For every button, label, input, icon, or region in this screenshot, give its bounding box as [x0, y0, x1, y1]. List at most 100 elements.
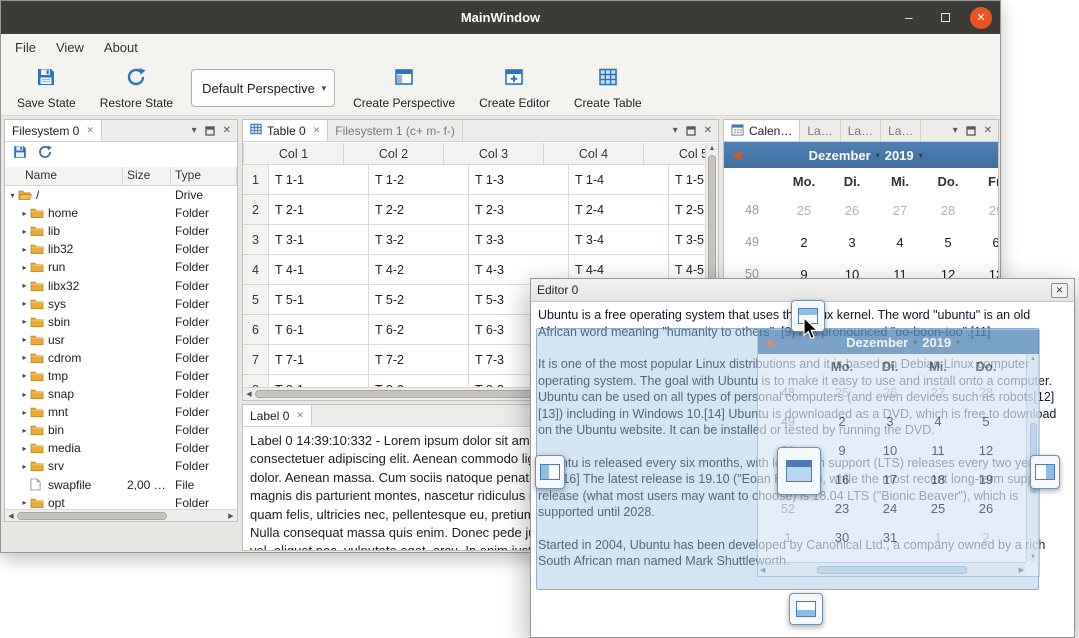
table-cell[interactable]: T 8-2 — [369, 375, 469, 387]
menu-view[interactable]: View — [46, 34, 94, 61]
table-cell[interactable]: T 1-5 — [669, 165, 705, 195]
close-dock-icon[interactable]: ✕ — [704, 125, 712, 136]
save-state-button[interactable]: Save State — [11, 64, 82, 112]
tab-label-2[interactable]: La… — [841, 120, 881, 141]
tab-close-icon[interactable]: ✕ — [86, 125, 94, 136]
tab-table-0[interactable]: Table 0 ✕ — [243, 120, 328, 141]
scroll-right-icon[interactable]: ▶ — [225, 512, 237, 520]
prev-month-icon[interactable]: ◀ — [732, 148, 741, 162]
tree-row[interactable]: ▸srvFolder — [5, 457, 237, 475]
tree-row[interactable]: ▸mntFolder — [5, 403, 237, 421]
close-dock-icon[interactable]: ✕ — [984, 125, 992, 136]
calendar-day-cell[interactable]: 3 — [828, 226, 876, 258]
dock-drop-left-indicator[interactable] — [535, 455, 565, 489]
undock-icon[interactable] — [686, 126, 696, 136]
expand-icon[interactable]: ▸ — [19, 209, 30, 218]
tab-label-0[interactable]: Label 0 ✕ — [243, 405, 312, 426]
table-cell[interactable]: T 2-2 — [369, 195, 469, 225]
calendar-day-cell[interactable]: 29 — [972, 194, 999, 226]
create-editor-button[interactable]: Create Editor — [473, 64, 556, 112]
tab-calendar-0[interactable]: Calen… — [724, 120, 800, 141]
tab-filesystem-1[interactable]: Filesystem 1 (c+ m- f-) — [328, 120, 463, 141]
table-cell[interactable]: T 3-5 — [669, 225, 705, 255]
close-dock-icon[interactable]: ✕ — [223, 125, 231, 136]
table-row-header[interactable]: 7 — [243, 345, 269, 375]
scroll-up-icon[interactable]: ▲ — [709, 143, 716, 155]
expand-icon[interactable]: ▸ — [19, 263, 30, 272]
tree-row[interactable]: ▸usrFolder — [5, 331, 237, 349]
calendar-month-button[interactable]: Dezember — [809, 148, 871, 163]
create-table-button[interactable]: Create Table — [568, 64, 648, 112]
expand-icon[interactable]: ▸ — [19, 299, 30, 308]
table-row-header[interactable]: 4 — [243, 255, 269, 285]
expand-icon[interactable]: ▸ — [19, 281, 30, 290]
tree-row[interactable]: ▸mediaFolder — [5, 439, 237, 457]
tree-row[interactable]: ▸sbinFolder — [5, 313, 237, 331]
tab-label-3[interactable]: La… — [881, 120, 921, 141]
table-cell[interactable]: T 6-2 — [369, 315, 469, 345]
tree-row[interactable]: ▸cdromFolder — [5, 349, 237, 367]
editor-close-button[interactable]: ✕ — [1051, 283, 1068, 298]
scrollbar-handle[interactable] — [17, 512, 167, 520]
table-column-header[interactable]: Col 2 — [344, 143, 444, 165]
dock-drop-right-indicator[interactable] — [1030, 455, 1060, 489]
tabs-menu-icon[interactable]: ▾ — [192, 125, 197, 136]
expand-icon[interactable]: ▸ — [19, 245, 30, 254]
minimize-button[interactable]: – — [898, 7, 920, 29]
filesystem-hscrollbar[interactable]: ◀ ▶ — [5, 509, 237, 521]
calendar-year-button[interactable]: 2019 — [885, 148, 914, 163]
expand-icon[interactable]: ▸ — [19, 462, 30, 471]
table-row-header[interactable]: 6 — [243, 315, 269, 345]
tree-row[interactable]: ▾/Drive — [5, 186, 237, 204]
table-cell[interactable]: T 3-4 — [569, 225, 669, 255]
maximize-button[interactable] — [934, 7, 956, 29]
tree-row[interactable]: ▸lib32Folder — [5, 240, 237, 258]
table-cell[interactable]: T 4-1 — [269, 255, 369, 285]
calendar-day-cell[interactable]: 5 — [924, 226, 972, 258]
calendar-day-cell[interactable]: 4 — [876, 226, 924, 258]
expand-icon[interactable]: ▸ — [19, 390, 30, 399]
tree-row[interactable]: ▸runFolder — [5, 258, 237, 276]
table-cell[interactable]: T 3-3 — [469, 225, 569, 255]
window-titlebar[interactable]: MainWindow – ✕ — [1, 1, 1000, 34]
scrollbar-handle[interactable] — [255, 390, 555, 398]
tree-row[interactable]: swapfile2,00 …File — [5, 476, 237, 494]
table-row-header[interactable]: 2 — [243, 195, 269, 225]
table-cell[interactable]: T 7-2 — [369, 345, 469, 375]
editor-titlebar[interactable]: Editor 0 ✕ — [531, 279, 1074, 302]
menu-file[interactable]: File — [5, 34, 46, 61]
expand-icon[interactable]: ▸ — [19, 408, 30, 417]
tree-row[interactable]: ▸libx32Folder — [5, 276, 237, 294]
table-row-header[interactable]: 5 — [243, 285, 269, 315]
table-cell[interactable]: T 7-1 — [269, 345, 369, 375]
table-cell[interactable]: T 1-1 — [269, 165, 369, 195]
create-perspective-button[interactable]: Create Perspective — [347, 64, 461, 112]
expand-icon[interactable]: ▸ — [19, 498, 30, 507]
scroll-left-icon[interactable]: ◀ — [5, 512, 17, 520]
expand-icon[interactable]: ▸ — [19, 335, 30, 344]
table-row-header[interactable]: 1 — [243, 165, 269, 195]
table-column-header[interactable]: Col 5 — [644, 143, 705, 165]
tab-filesystem-0[interactable]: Filesystem 0 ✕ — [5, 120, 102, 141]
calendar-day-cell[interactable]: 27 — [876, 194, 924, 226]
column-type[interactable]: Type — [171, 167, 237, 185]
collapse-icon[interactable]: ▾ — [7, 191, 18, 200]
fs-save-icon[interactable] — [12, 144, 28, 165]
tab-close-icon[interactable]: ✕ — [313, 125, 321, 136]
table-cell[interactable]: T 8-1 — [269, 375, 369, 387]
expand-icon[interactable]: ▸ — [19, 371, 30, 380]
restore-state-button[interactable]: Restore State — [94, 64, 179, 112]
tree-row[interactable]: ▸libFolder — [5, 222, 237, 240]
table-cell[interactable]: T 5-1 — [269, 285, 369, 315]
scroll-left-icon[interactable]: ◀ — [243, 390, 255, 398]
tree-row[interactable]: ▸snapFolder — [5, 385, 237, 403]
undock-icon[interactable] — [966, 126, 976, 136]
table-cell[interactable]: T 1-4 — [569, 165, 669, 195]
dock-drop-center-indicator[interactable] — [777, 447, 821, 495]
calendar-day-cell[interactable]: 26 — [828, 194, 876, 226]
table-cell[interactable]: T 1-3 — [469, 165, 569, 195]
undock-icon[interactable] — [205, 126, 215, 136]
table-row-header[interactable]: 8 — [243, 375, 269, 387]
menu-about[interactable]: About — [94, 34, 148, 61]
table-column-header[interactable]: Col 4 — [544, 143, 644, 165]
